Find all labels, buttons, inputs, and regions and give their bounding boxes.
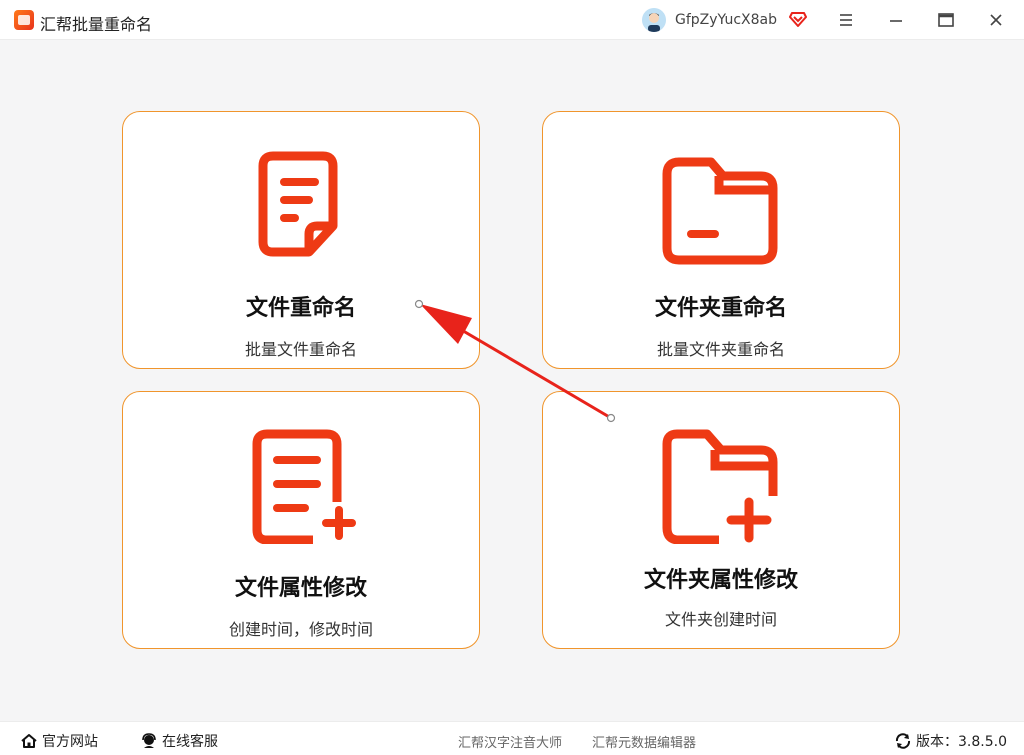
app-title: 汇帮批量重命名 — [40, 15, 153, 34]
card-folder-attributes[interactable]: 文件夹属性修改 文件夹创建时间 — [542, 391, 900, 649]
folder-add-icon — [543, 426, 899, 544]
version-info[interactable]: 版本：3.8.5.0 — [894, 731, 1007, 751]
online-support-label: 在线客服 — [162, 734, 218, 750]
minimize-button[interactable] — [882, 6, 910, 34]
official-website-label: 官方网站 — [42, 734, 98, 750]
card-title: 文件属性修改 — [234, 576, 367, 601]
card-subtitle: 文件夹创建时间 — [664, 610, 777, 629]
pinyin-tool-link[interactable]: 汇帮汉字注音大师 — [458, 732, 562, 751]
title-bar: 汇帮批量重命名 GfpZyYucX8ab — [0, 0, 1024, 40]
card-subtitle: 创建时间，修改时间 — [228, 620, 373, 639]
card-title: 文件夹重命名 — [654, 296, 787, 321]
refresh-icon — [895, 733, 911, 749]
username-label[interactable]: GfpZyYucX8ab — [675, 12, 777, 28]
menu-button[interactable] — [832, 6, 860, 34]
footer-bar: 官方网站 在线客服 汇帮汉字注音大师 汇帮元数据编辑器 版本：3.8.5.0 — [0, 721, 1024, 755]
card-subtitle: 批量文件重命名 — [244, 340, 357, 359]
folder-icon — [543, 154, 899, 266]
card-title: 文件重命名 — [245, 296, 356, 321]
user-avatar[interactable] — [642, 8, 666, 32]
home-icon — [21, 734, 37, 748]
document-icon — [123, 148, 479, 260]
card-subtitle: 批量文件夹重命名 — [656, 340, 785, 359]
vip-diamond-icon[interactable] — [789, 10, 807, 32]
card-file-attributes[interactable]: 文件属性修改 创建时间，修改时间 — [122, 391, 480, 649]
card-title: 文件夹属性修改 — [643, 568, 798, 593]
version-label: 版本：3.8.5.0 — [916, 734, 1007, 750]
online-support-link[interactable]: 在线客服 — [140, 731, 218, 751]
card-folder-rename[interactable]: 文件夹重命名 批量文件夹重命名 — [542, 111, 900, 369]
close-button[interactable] — [982, 6, 1010, 34]
headset-icon — [142, 733, 156, 748]
document-add-icon — [123, 426, 479, 544]
app-logo-icon — [14, 10, 34, 30]
metadata-editor-link[interactable]: 汇帮元数据编辑器 — [592, 732, 696, 751]
official-website-link[interactable]: 官方网站 — [20, 731, 98, 751]
maximize-button[interactable] — [932, 6, 960, 34]
card-file-rename[interactable]: 文件重命名 批量文件重命名 — [122, 111, 480, 369]
